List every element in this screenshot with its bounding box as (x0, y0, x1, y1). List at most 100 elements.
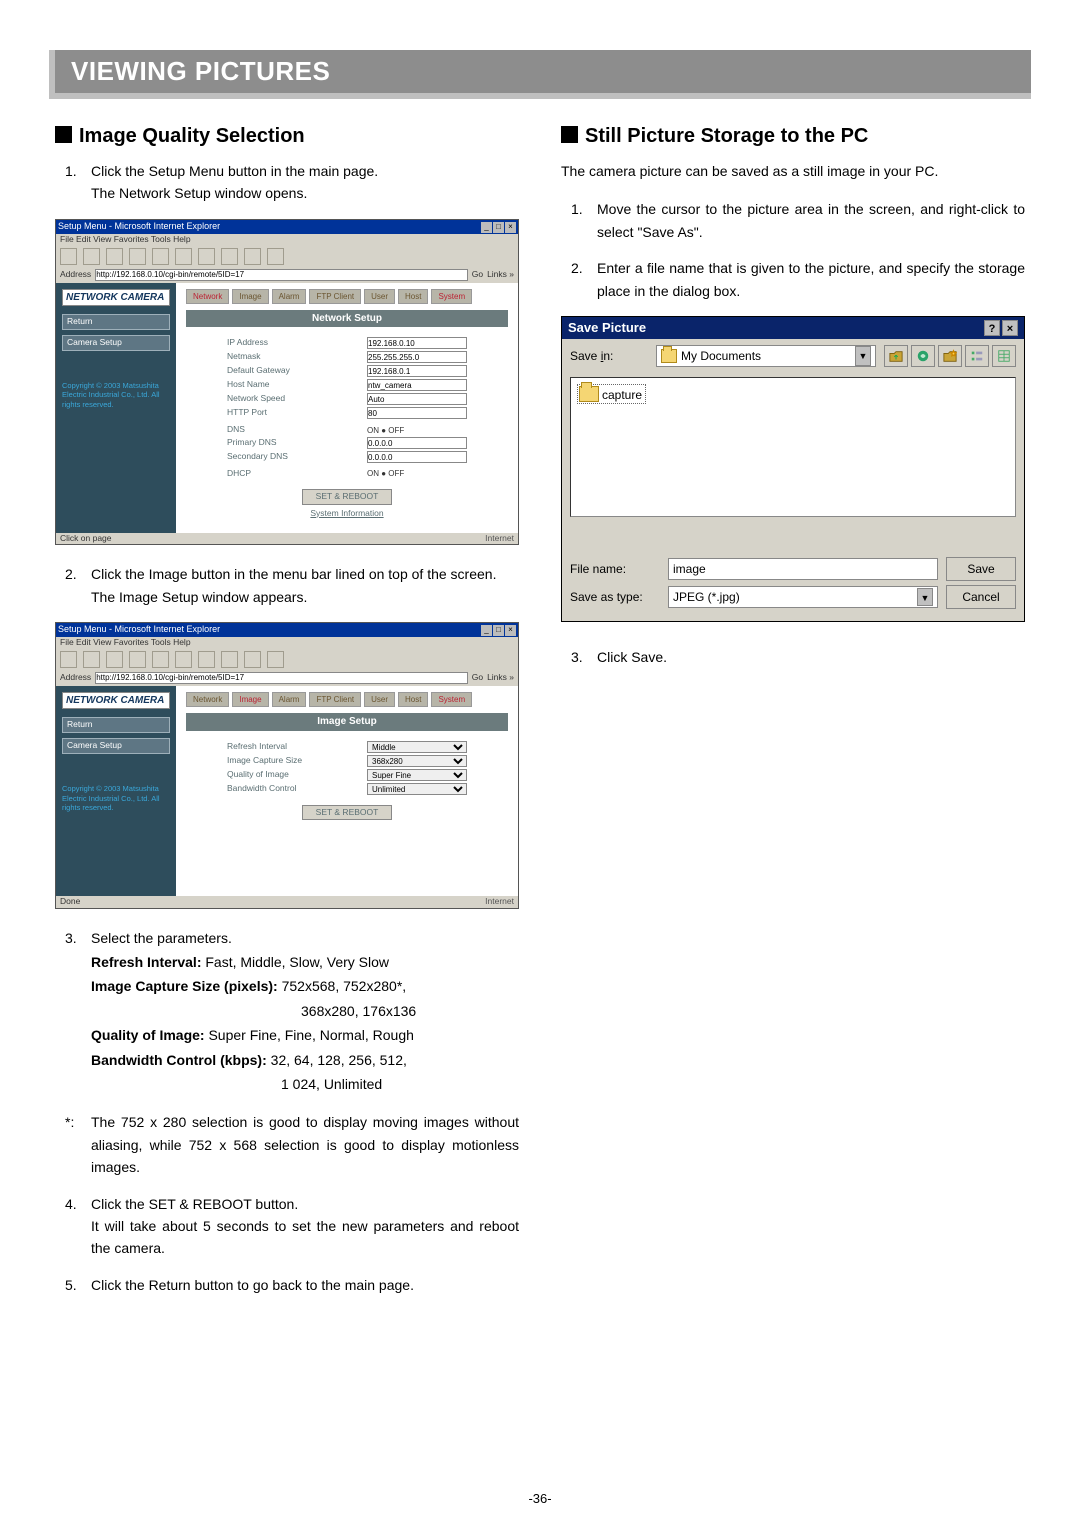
tab-image[interactable]: Image (232, 289, 268, 304)
links-label[interactable]: Links » (487, 673, 514, 683)
address-input[interactable] (95, 672, 468, 684)
list-view-icon[interactable] (965, 345, 989, 367)
home-icon[interactable] (152, 248, 169, 265)
minimize-icon[interactable]: _ (481, 222, 492, 233)
return-button[interactable]: Return (62, 314, 170, 330)
primarydns-input[interactable] (367, 437, 467, 449)
filename-input[interactable] (668, 558, 938, 580)
network-setup-screenshot: Setup Menu - Microsoft Internet Explorer… (55, 219, 519, 546)
quality-select[interactable]: Super Fine (367, 769, 467, 781)
close-icon[interactable]: × (1002, 320, 1018, 336)
save-button[interactable]: Save (946, 557, 1016, 581)
square-bullet-icon (55, 126, 72, 143)
copyright-text: Copyright © 2003 Matsushita Electric Ind… (62, 784, 170, 813)
new-folder-icon[interactable] (938, 345, 962, 367)
tab-network[interactable]: Network (186, 692, 229, 707)
step-number: 1. (65, 160, 91, 205)
camera-setup-button[interactable]: Camera Setup (62, 738, 170, 754)
refresh-select[interactable]: Middle (367, 741, 467, 753)
chevron-down-icon[interactable]: ▼ (855, 346, 871, 366)
maximize-icon[interactable]: □ (493, 625, 504, 636)
details-view-icon[interactable] (992, 345, 1016, 367)
close-icon[interactable]: × (505, 625, 516, 636)
camera-setup-button[interactable]: Camera Setup (62, 335, 170, 351)
go-button[interactable]: Go (472, 270, 483, 280)
ie-menubar[interactable]: File Edit View Favorites Tools Help (56, 234, 518, 246)
param-value: Fast, Middle, Slow, Very Slow (205, 954, 389, 970)
tab-network[interactable]: Network (186, 289, 229, 304)
panel-heading: Image Setup (186, 713, 508, 731)
forward-icon[interactable] (83, 651, 100, 668)
forward-icon[interactable] (83, 248, 100, 265)
cancel-button[interactable]: Cancel (946, 585, 1016, 609)
back-icon[interactable] (60, 248, 77, 265)
return-button[interactable]: Return (62, 717, 170, 733)
minimize-icon[interactable]: _ (481, 625, 492, 636)
netspeed-input[interactable] (367, 393, 467, 405)
tab-system[interactable]: System (431, 289, 472, 304)
up-folder-icon[interactable] (884, 345, 908, 367)
bandwidth-select[interactable]: Unlimited (367, 783, 467, 795)
tab-user[interactable]: User (364, 692, 395, 707)
save-picture-dialog: Save Picture ? × Save in: My Documents ▼ (561, 316, 1025, 622)
save-in-dropdown[interactable]: My Documents ▼ (656, 345, 876, 367)
stop-icon[interactable] (106, 651, 123, 668)
tab-alarm[interactable]: Alarm (272, 289, 307, 304)
gateway-input[interactable] (367, 365, 467, 377)
system-info-link[interactable]: System Information (227, 509, 467, 519)
search-icon[interactable] (175, 248, 192, 265)
netmask-input[interactable] (367, 351, 467, 363)
hostname-input[interactable] (367, 379, 467, 391)
favorites-icon[interactable] (198, 248, 215, 265)
ie-toolbar (56, 649, 518, 670)
step-body: Click the Setup Menu button in the main … (91, 160, 519, 205)
tab-user[interactable]: User (364, 289, 395, 304)
print-icon[interactable] (267, 248, 284, 265)
capturesize-select[interactable]: 368x280 (367, 755, 467, 767)
help-icon[interactable]: ? (984, 320, 1000, 336)
tab-ftpclient[interactable]: FTP Client (309, 692, 361, 707)
httpport-input[interactable] (367, 407, 467, 419)
desktop-icon[interactable] (911, 345, 935, 367)
tab-system[interactable]: System (431, 692, 472, 707)
address-label: Address (60, 673, 91, 683)
ip-input[interactable] (367, 337, 467, 349)
favorites-icon[interactable] (198, 651, 215, 668)
savetype-dropdown[interactable]: JPEG (*.jpg) ▼ (668, 586, 938, 608)
history-icon[interactable] (221, 651, 238, 668)
chevron-down-icon[interactable]: ▼ (917, 588, 933, 606)
ie-sidebar: NETWORK CAMERA Return Camera Setup Copyr… (56, 283, 176, 533)
mail-icon[interactable] (244, 248, 261, 265)
mail-icon[interactable] (244, 651, 261, 668)
close-icon[interactable]: × (505, 222, 516, 233)
links-label[interactable]: Links » (487, 270, 514, 280)
ie-menubar[interactable]: File Edit View Favorites Tools Help (56, 637, 518, 649)
back-icon[interactable] (60, 651, 77, 668)
search-icon[interactable] (175, 651, 192, 668)
refresh-icon[interactable] (129, 248, 146, 265)
step-text: It will take about 5 seconds to set the … (91, 1215, 519, 1260)
address-input[interactable] (95, 269, 468, 281)
dns-radios[interactable]: ON ● OFF (367, 426, 467, 435)
go-button[interactable]: Go (472, 673, 483, 683)
set-reboot-button[interactable]: SET & REBOOT (302, 805, 392, 821)
tab-ftpclient[interactable]: FTP Client (309, 289, 361, 304)
tab-image[interactable]: Image (232, 692, 268, 707)
savetype-label: Save as type: (570, 590, 660, 604)
maximize-icon[interactable]: □ (493, 222, 504, 233)
file-list-area[interactable]: capture (570, 377, 1016, 517)
savetype-value: JPEG (*.jpg) (673, 590, 740, 604)
window-buttons: _□× (480, 624, 516, 636)
stop-icon[interactable] (106, 248, 123, 265)
file-item[interactable]: capture (577, 384, 646, 404)
home-icon[interactable] (152, 651, 169, 668)
tab-alarm[interactable]: Alarm (272, 692, 307, 707)
tab-host[interactable]: Host (398, 289, 428, 304)
tab-host[interactable]: Host (398, 692, 428, 707)
print-icon[interactable] (267, 651, 284, 668)
refresh-icon[interactable] (129, 651, 146, 668)
set-reboot-button[interactable]: SET & REBOOT (302, 489, 392, 505)
history-icon[interactable] (221, 248, 238, 265)
dhcp-radios[interactable]: ON ● OFF (367, 469, 467, 478)
secondarydns-input[interactable] (367, 451, 467, 463)
